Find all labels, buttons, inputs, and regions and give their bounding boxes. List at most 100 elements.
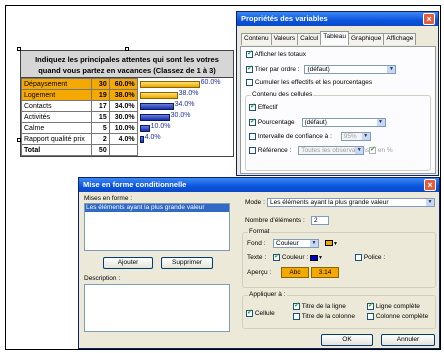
texte-couleur-checkbox[interactable] bbox=[273, 252, 280, 261]
row-bar bbox=[139, 135, 144, 143]
appliquer-group: Appliquer à : Cellule Titre de la ligne … bbox=[242, 291, 436, 329]
row-bar bbox=[139, 124, 150, 132]
contenu-cellules-group: Contenu des cellules Effectif Pourcentag… bbox=[245, 91, 431, 171]
effectif-checkbox[interactable] bbox=[249, 102, 256, 111]
ligne-complete-row: Ligne complète bbox=[367, 301, 420, 311]
tab-contenu[interactable]: Contenu bbox=[241, 33, 272, 45]
mef-titlebar[interactable]: Mise en forme conditionnelle × bbox=[79, 178, 439, 192]
texte-couleur-label: Couleur : bbox=[281, 254, 309, 262]
row-label: Logement bbox=[21, 89, 92, 101]
table-row[interactable]: Activités 15 30.0% 30.0% bbox=[21, 111, 233, 123]
trier-checkbox[interactable] bbox=[246, 64, 253, 73]
row-count: 30 bbox=[90, 78, 110, 90]
results-table[interactable]: Indiquez les principales attentes qui so… bbox=[20, 50, 234, 157]
resize-handle-top-left[interactable] bbox=[17, 47, 21, 51]
ligne-complete-label: Ligne complète bbox=[375, 303, 420, 311]
fond-color-picker[interactable]: ▼ bbox=[325, 240, 338, 247]
mode-select-value: Les éléments ayant la plus grande valeur bbox=[270, 199, 389, 206]
pourcentage-checkbox[interactable] bbox=[249, 117, 256, 126]
reference-checkbox[interactable] bbox=[249, 147, 256, 154]
row-count: 5 bbox=[90, 122, 110, 134]
reference-select[interactable]: Toutes les observations ▼ bbox=[298, 146, 369, 155]
titre-ligne-checkbox[interactable] bbox=[293, 301, 300, 310]
row-bar-label: 34.0% bbox=[174, 100, 195, 108]
chevron-down-icon: ▼ bbox=[426, 199, 434, 206]
table-row[interactable]: Contacts 17 34.0% 34.0% bbox=[21, 100, 233, 112]
row-pct: 10.0% bbox=[108, 122, 138, 134]
resize-handle-left[interactable] bbox=[17, 138, 21, 142]
texte-color-swatch bbox=[310, 254, 318, 261]
total-count: 50 bbox=[90, 144, 110, 156]
description-textarea[interactable] bbox=[84, 284, 230, 332]
table-row[interactable]: Calme 5 10.0% 10.0% bbox=[21, 122, 233, 134]
row-pct: 4.0% bbox=[108, 133, 138, 145]
ligne-complete-checkbox[interactable] bbox=[367, 301, 374, 310]
table-row[interactable]: Dépaysement 30 60.0% 60.0% bbox=[21, 78, 233, 90]
ajouter-button[interactable]: Ajouter bbox=[103, 257, 153, 269]
chevron-down-icon: ▼ bbox=[361, 133, 370, 140]
nb-elements-input[interactable]: 2 bbox=[311, 216, 329, 225]
row-bar-cell: 38.0% bbox=[137, 90, 232, 101]
intervalle-checkbox[interactable] bbox=[249, 133, 256, 140]
ok-button[interactable]: OK bbox=[321, 334, 373, 346]
contenu-cellules-label: Contenu des cellules bbox=[251, 91, 314, 98]
table-title: Indiquez les principales attentes qui so… bbox=[21, 51, 233, 78]
afficher-totaux-checkbox[interactable] bbox=[246, 49, 253, 58]
row-label: Activités bbox=[21, 111, 92, 123]
formats-listbox[interactable]: Les éléments ayant la plus grande valeur bbox=[84, 203, 230, 251]
colonne-complete-checkbox[interactable] bbox=[367, 313, 374, 320]
row-count: 15 bbox=[90, 111, 110, 123]
intervalle-select[interactable]: 95% ▼ bbox=[340, 132, 371, 141]
mef-close-icon[interactable]: × bbox=[424, 179, 436, 191]
police-checkbox[interactable] bbox=[355, 254, 362, 261]
row-pct: 30.0% bbox=[108, 111, 138, 123]
mode-label: Mode : bbox=[245, 199, 265, 206]
variable-properties-window[interactable]: Propriétés des variables × Contenu Valeu… bbox=[236, 11, 439, 176]
annuler-button[interactable]: Annuler bbox=[381, 334, 435, 346]
list-item[interactable]: Les éléments ayant la plus grande valeur bbox=[85, 204, 229, 212]
tab-graphique[interactable]: Graphique bbox=[347, 33, 385, 45]
description-label: Description : bbox=[84, 275, 121, 282]
row-count: 2 bbox=[90, 133, 110, 145]
total-row: Total 50 bbox=[21, 144, 233, 156]
format-group: Format Fond : Couleur ▼ ▼ Texte : Couleu… bbox=[242, 228, 436, 288]
trier-label: Trier par ordre : bbox=[254, 66, 300, 74]
reference-label: Référence : bbox=[257, 147, 292, 155]
apercu-label: Aperçu : bbox=[247, 269, 272, 276]
tab-tableau[interactable]: Tableau bbox=[320, 31, 349, 45]
en-pct-checkbox[interactable] bbox=[369, 145, 377, 154]
pourcentage-select[interactable]: (défaut) ▼ bbox=[301, 118, 386, 127]
trier-select[interactable]: (défaut) ▼ bbox=[304, 65, 397, 74]
mode-select[interactable]: Les éléments ayant la plus grande valeur… bbox=[267, 198, 435, 207]
tab-valeurs[interactable]: Valeurs bbox=[270, 33, 299, 45]
effectif-label: Effectif bbox=[257, 104, 278, 112]
cellule-checkbox[interactable] bbox=[246, 308, 253, 317]
chevron-down-icon: ▼ bbox=[376, 119, 385, 126]
row-count: 19 bbox=[90, 89, 110, 101]
appliquer-label: Appliquer à : bbox=[248, 291, 287, 298]
props-tabs: Contenu Valeurs Calcul Tableau Graphique… bbox=[241, 31, 417, 46]
tab-calcul[interactable]: Calcul bbox=[297, 33, 322, 45]
table-row[interactable]: Rapport qualité prix 2 4.0% 4.0% bbox=[21, 133, 233, 145]
colonne-complete-row: Colonne complète bbox=[367, 313, 428, 320]
supprimer-button[interactable]: Supprimer bbox=[161, 257, 213, 269]
row-bar-cell: 10.0% bbox=[137, 123, 232, 134]
resize-handle-top[interactable] bbox=[125, 47, 129, 51]
fond-select[interactable]: Couleur ▼ bbox=[273, 239, 319, 248]
cumuler-checkbox[interactable] bbox=[246, 79, 253, 86]
cumuler-label: Cumuler les effectifs et les pourcentage… bbox=[254, 79, 373, 87]
en-pct-label: en % bbox=[377, 147, 393, 155]
row-bar bbox=[139, 102, 174, 110]
row-label: Calme bbox=[21, 122, 92, 134]
conditional-format-dialog[interactable]: Mise en forme conditionnelle × Mises en … bbox=[78, 177, 440, 349]
table-row[interactable]: Logement 19 38.0% 38.0% bbox=[21, 89, 233, 101]
props-title: Propriétés des variables bbox=[241, 14, 328, 23]
row-label: Contacts bbox=[21, 100, 92, 112]
tab-affichage[interactable]: Affichage bbox=[383, 33, 417, 45]
afficher-totaux-row: Afficher les totaux bbox=[246, 49, 306, 58]
titre-colonne-checkbox[interactable] bbox=[293, 313, 300, 320]
props-close-icon[interactable]: × bbox=[423, 13, 435, 25]
props-titlebar[interactable]: Propriétés des variables × bbox=[237, 12, 438, 26]
cellule-label: Cellule bbox=[254, 310, 275, 318]
texte-color-picker[interactable]: ▼ bbox=[310, 254, 323, 261]
